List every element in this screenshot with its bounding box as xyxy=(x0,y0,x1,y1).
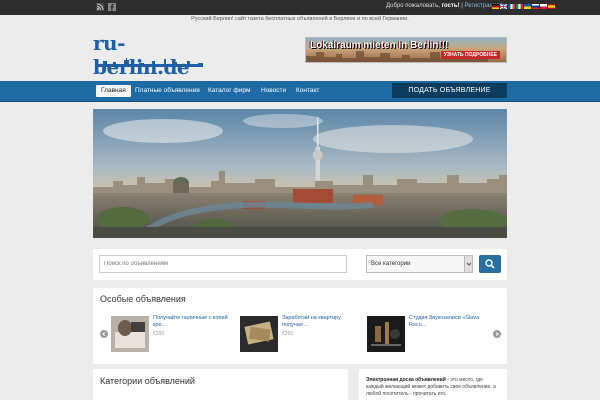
chevron-left-icon xyxy=(102,332,106,336)
featured-item-title[interactable]: Студия Звукозаписи «Slava Reco... xyxy=(409,315,489,329)
hero-image xyxy=(93,109,507,238)
social-links xyxy=(96,3,116,11)
featured-item-price: €250 xyxy=(153,331,165,337)
fr-flag-icon[interactable] xyxy=(508,4,515,9)
nav-item-news[interactable]: Новости xyxy=(256,85,291,97)
pl-flag-icon[interactable] xyxy=(540,4,547,9)
nav-item-home[interactable]: Главная xyxy=(96,85,131,97)
site-tagline: Русский Берлин! сайт газета бесплатных о… xyxy=(191,16,409,22)
featured-title: Особые объявления xyxy=(100,294,186,304)
guest-label: гость! xyxy=(441,3,460,9)
featured-item[interactable]: Студия Звукозаписи «Slava Reco... xyxy=(367,315,491,354)
language-flags xyxy=(492,4,555,9)
logo-text: ru-berlin.de xyxy=(93,31,190,79)
main-nav: Главная Платные объявления Каталог фирм … xyxy=(0,81,600,102)
categories-panel: Категории объявлений xyxy=(93,369,348,400)
featured-item-title[interactable]: Заработай на квартиру получая ... xyxy=(282,315,362,329)
featured-ads: Особые объявления Получайте наличные с к… xyxy=(93,288,507,364)
featured-item-title[interactable]: Получайте наличные с копий кре... xyxy=(153,315,233,329)
de-flag-icon[interactable] xyxy=(492,4,499,9)
featured-thumbnail xyxy=(111,316,149,352)
facebook-icon[interactable] xyxy=(108,3,116,11)
ua-flag-icon[interactable] xyxy=(524,4,531,9)
search-button[interactable] xyxy=(479,255,501,273)
ru-flag-icon[interactable] xyxy=(532,4,539,9)
carousel-prev-button[interactable] xyxy=(100,330,108,338)
featured-thumbnail xyxy=(367,316,405,352)
about-panel: Электронная доска объявлений - это место… xyxy=(359,369,507,400)
search-input[interactable] xyxy=(99,255,347,273)
top-bar: Добро пожаловать, гость! | Регистрация | xyxy=(0,0,600,15)
search-icon xyxy=(485,259,495,269)
category-select[interactable]: Все категории xyxy=(366,255,473,273)
gb-flag-icon[interactable] xyxy=(500,4,507,9)
rss-icon[interactable] xyxy=(96,3,104,11)
about-text: Электронная доска объявлений - это место… xyxy=(366,377,501,398)
featured-thumbnail xyxy=(240,316,278,352)
featured-item[interactable]: Получайте наличные с копий кре... €250 xyxy=(111,315,235,354)
welcome-text: Добро пожаловать, гость! | Регистрация | xyxy=(386,3,503,9)
carousel-next-button[interactable] xyxy=(493,330,501,338)
post-ad-button[interactable]: ПОДАТЬ ОБЪЯВЛЕНИЕ xyxy=(392,83,507,98)
nav-item-paid-ads[interactable]: Платные объявления xyxy=(130,85,205,97)
nav-item-company-catalog[interactable]: Каталог фирм xyxy=(203,85,256,97)
nav-item-contact[interactable]: Контакт xyxy=(291,85,324,97)
categories-title: Категории объявлений xyxy=(100,376,195,386)
welcome-prefix: Добро пожаловать, xyxy=(386,3,440,9)
berlin-skyline-picture xyxy=(93,109,507,238)
category-select-value: Все категории xyxy=(371,261,411,267)
search-panel: Все категории xyxy=(93,249,507,280)
es-flag-icon[interactable] xyxy=(548,4,555,9)
featured-item[interactable]: Заработай на квартиру получая ... €250 xyxy=(240,315,364,354)
ad-title: Lokalraum mieten in Berlin!!! xyxy=(310,40,449,51)
chevron-right-icon xyxy=(495,332,499,336)
skyline-icon xyxy=(97,58,203,67)
ad-cta-button[interactable]: УЗНАТЬ ПОДРОБНЕЕ xyxy=(440,51,500,59)
ad-banner[interactable]: Lokalraum mieten in Berlin!!! УЗНАТЬ ПОД… xyxy=(305,37,507,63)
site-logo[interactable]: ru-berlin.de xyxy=(93,31,217,79)
featured-item-price: €250 xyxy=(282,331,294,337)
it-flag-icon[interactable] xyxy=(516,4,523,9)
about-bold: Электронная доска объявлений xyxy=(366,377,446,383)
chevron-down-icon xyxy=(464,256,472,272)
